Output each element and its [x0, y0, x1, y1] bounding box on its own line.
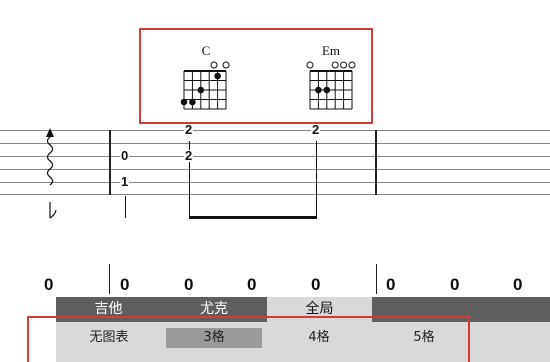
- chord-grid-c: [180, 61, 230, 110]
- count-number: 0: [44, 275, 54, 294]
- bar-line: [109, 264, 110, 294]
- chord-diagram-em[interactable]: Em: [302, 40, 362, 115]
- bar-line: [375, 130, 377, 195]
- strum-arrow-icon: [46, 128, 57, 219]
- tab-fret-number[interactable]: 2: [311, 123, 321, 136]
- tab-string-1: [0, 130, 550, 131]
- tab-string-2: [0, 143, 550, 144]
- count-number: 0: [311, 275, 321, 294]
- count-number: 0: [386, 275, 396, 294]
- tab-string-5: [0, 182, 550, 183]
- note-beam: [189, 216, 317, 219]
- bar-line: [109, 130, 111, 195]
- bar-line: [376, 264, 377, 294]
- count-number: 0: [184, 275, 194, 294]
- tab-fret-number[interactable]: 2: [184, 123, 194, 136]
- tab-fret-number[interactable]: 2: [184, 149, 194, 162]
- tab-string-4: [0, 169, 550, 170]
- tab-fret-number[interactable]: 0: [120, 149, 130, 162]
- count-number: 0: [450, 275, 460, 294]
- tab-fret-number[interactable]: 1: [120, 175, 130, 188]
- note-stem: [316, 141, 317, 219]
- chord-diagram-c[interactable]: C: [176, 40, 236, 115]
- count-number: 0: [513, 275, 523, 294]
- note-stem: [125, 196, 126, 218]
- tab-string-6: [0, 194, 550, 195]
- tab-string-3: [0, 156, 550, 157]
- options-highlight: [27, 316, 470, 362]
- count-number: 0: [120, 275, 130, 294]
- count-number: 0: [247, 275, 257, 294]
- chord-grid-em: [306, 61, 356, 110]
